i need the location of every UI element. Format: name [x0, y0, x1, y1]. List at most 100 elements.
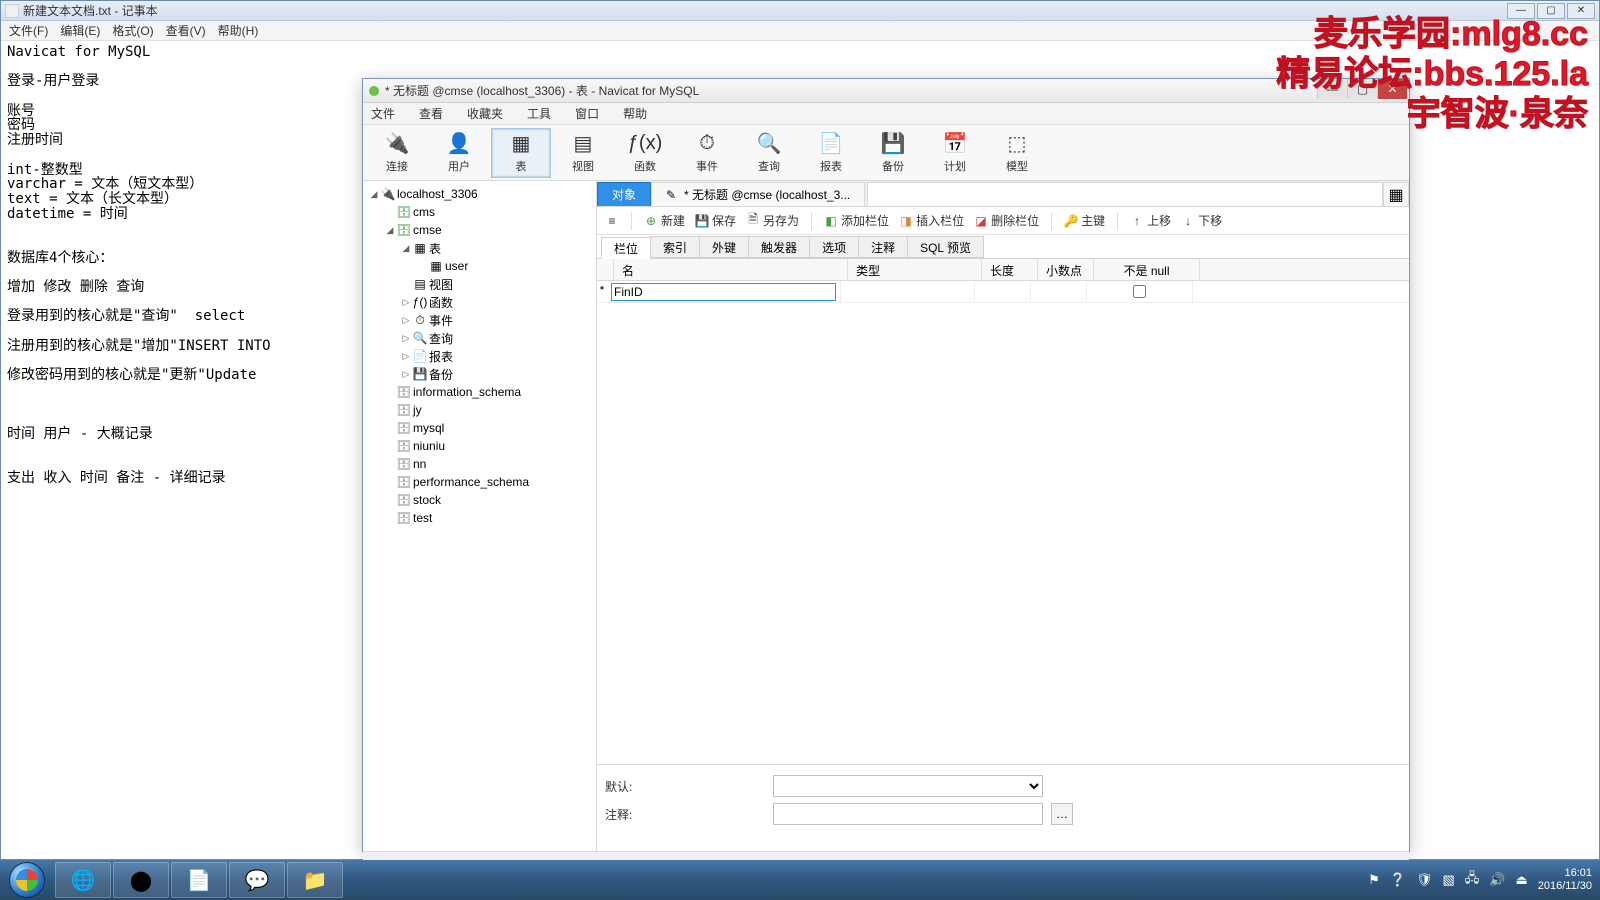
design-tab-栏位[interactable]: 栏位 [601, 237, 651, 259]
tree-item-nn[interactable]: 🗄nn [363, 455, 596, 473]
move-down-button[interactable]: ↓下移 [1181, 212, 1222, 229]
default-select[interactable] [773, 775, 1043, 797]
saveas-button[interactable]: 🗎另存为 [746, 212, 799, 229]
primary-key-button[interactable]: 🔑主键 [1064, 212, 1105, 229]
design-tab-选项[interactable]: 选项 [809, 236, 859, 258]
taskbar-obs[interactable]: ⬤ [113, 862, 169, 898]
design-tab-注释[interactable]: 注释 [858, 236, 908, 258]
tree-item-user[interactable]: ▦user [363, 257, 596, 275]
plus-icon: ⊕ [644, 214, 658, 228]
tree-item-查询[interactable]: ▷🔍查询 [363, 329, 596, 347]
menu-tools[interactable]: 工具 [527, 105, 551, 122]
field-type-cell[interactable] [841, 281, 975, 302]
notnull-checkbox[interactable] [1133, 285, 1146, 298]
menu-view[interactable]: 查看 [419, 105, 443, 122]
toolbar-备份[interactable]: 💾备份 [863, 128, 923, 178]
tree-item-niuniu[interactable]: 🗄niuniu [363, 437, 596, 455]
toolbar-模型[interactable]: ⬚模型 [987, 128, 1047, 178]
delete-field-button[interactable]: ◪删除栏位 [974, 212, 1039, 229]
tray-flag-icon[interactable]: ⚑ [1368, 872, 1380, 888]
taskbar-clock[interactable]: 16:01 2016/11/30 [1538, 867, 1592, 893]
toolbar-用户[interactable]: 👤用户 [429, 128, 489, 178]
design-tab-触发器[interactable]: 触发器 [748, 236, 810, 258]
move-up-button[interactable]: ↑上移 [1130, 212, 1171, 229]
connection-tree[interactable]: ◢🔌localhost_3306🗄cms◢🗄cmse◢▦表▦user▤视图▷ƒ(… [363, 181, 597, 851]
tree-item-performance_schema[interactable]: 🗄performance_schema [363, 473, 596, 491]
arrow-up-icon: ↑ [1130, 214, 1144, 228]
save-button[interactable]: 💾保存 [695, 212, 736, 229]
tab-overflow-icon[interactable]: ▦ [1383, 182, 1409, 206]
toolbar-连接[interactable]: 🔌连接 [367, 128, 427, 178]
taskbar-chrome[interactable]: 🌐 [55, 862, 111, 898]
comment-input[interactable] [773, 803, 1043, 825]
menu-file[interactable]: 文件 [371, 105, 395, 122]
tree-item-information_schema[interactable]: 🗄information_schema [363, 383, 596, 401]
arrow-down-icon: ↓ [1181, 214, 1195, 228]
taskbar-wechat[interactable]: 💬 [229, 862, 285, 898]
field-decimals-cell[interactable] [1031, 281, 1087, 302]
col-type[interactable]: 类型 [848, 259, 982, 280]
tree-item-test[interactable]: 🗄test [363, 509, 596, 527]
field-name-input[interactable] [611, 283, 836, 301]
tree-item-stock[interactable]: 🗄stock [363, 491, 596, 509]
tree-item-备份[interactable]: ▷💾备份 [363, 365, 596, 383]
tab-spacer [867, 182, 1383, 206]
menu-edit[interactable]: 编辑(E) [56, 20, 104, 41]
tab-objects[interactable]: 对象 [597, 182, 651, 206]
tray-volume-icon[interactable]: 🔊 [1489, 872, 1505, 888]
tree-item-表[interactable]: ◢▦表 [363, 239, 596, 257]
tray-help-icon[interactable]: ❔ [1390, 872, 1406, 888]
toolbar-表[interactable]: ▦表 [491, 128, 551, 178]
design-tab-外键[interactable]: 外键 [699, 236, 749, 258]
toolbar-事件[interactable]: ⏱事件 [677, 128, 737, 178]
视图-icon: ▤ [569, 132, 597, 156]
tree-item-cms[interactable]: 🗄cms [363, 203, 596, 221]
toolbar-函数[interactable]: ƒ(x)函数 [615, 128, 675, 178]
menu-format[interactable]: 格式(O) [108, 20, 157, 41]
col-length[interactable]: 长度 [982, 259, 1038, 280]
报表-icon: 📄 [817, 132, 845, 156]
tray-nvidia-icon[interactable]: ▧ [1442, 872, 1454, 888]
insert-field-button[interactable]: ◨插入栏位 [899, 212, 964, 229]
menu-window[interactable]: 窗口 [575, 105, 599, 122]
tray-network-icon[interactable]: 🖧 [1465, 869, 1480, 891]
col-name[interactable]: 名 [614, 259, 848, 280]
tree-item-函数[interactable]: ▷ƒ()函数 [363, 293, 596, 311]
toolbar-报表[interactable]: 📄报表 [801, 128, 861, 178]
design-tab-SQL 预览[interactable]: SQL 预览 [907, 236, 984, 258]
tree-item-jy[interactable]: 🗄jy [363, 401, 596, 419]
tree-item-视图[interactable]: ▤视图 [363, 275, 596, 293]
tree-item-localhost_3306[interactable]: ◢🔌localhost_3306 [363, 185, 596, 203]
grid-row[interactable]: • [597, 281, 1409, 303]
menu-fav[interactable]: 收藏夹 [467, 105, 503, 122]
tree-item-cmse[interactable]: ◢🗄cmse [363, 221, 596, 239]
tree-item-事件[interactable]: ▷⏱事件 [363, 311, 596, 329]
add-col-icon: ◧ [824, 214, 838, 228]
taskbar-explorer[interactable]: 📁 [287, 862, 343, 898]
add-field-button[interactable]: ◧添加栏位 [824, 212, 889, 229]
hamburger-menu[interactable]: ≡ [605, 214, 619, 228]
toolbar-计划[interactable]: 📅计划 [925, 128, 985, 178]
tray-shield-icon[interactable]: 🛡 [1416, 872, 1433, 888]
menu-file[interactable]: 文件(F) [5, 20, 52, 41]
col-decimals[interactable]: 小数点 [1038, 259, 1094, 280]
design-tab-索引[interactable]: 索引 [650, 236, 700, 258]
field-notnull-cell[interactable] [1087, 281, 1193, 302]
new-button[interactable]: ⊕新建 [644, 212, 685, 229]
col-notnull[interactable]: 不是 null [1094, 259, 1200, 280]
menu-help[interactable]: 帮助 [623, 105, 647, 122]
tab-designer[interactable]: ✎ * 无标题 @cmse (localhost_3... [651, 182, 865, 206]
menu-view[interactable]: 查看(V) [162, 20, 210, 41]
taskbar-notepad[interactable]: 📄 [171, 862, 227, 898]
comment-more-button[interactable]: … [1051, 803, 1073, 825]
toolbar-视图[interactable]: ▤视图 [553, 128, 613, 178]
tree-item-报表[interactable]: ▷📄报表 [363, 347, 596, 365]
tray-safe-remove-icon[interactable]: ⏏ [1515, 872, 1527, 888]
tree-item-mysql[interactable]: 🗄mysql [363, 419, 596, 437]
menu-help[interactable]: 帮助(H) [214, 20, 263, 41]
field-length-cell[interactable] [975, 281, 1031, 302]
system-tray[interactable]: ⚑ ❔ 🛡 ▧ 🖧 🔊 ⏏ 16:01 2016/11/30 [1368, 867, 1600, 893]
toolbar-查询[interactable]: 🔍查询 [739, 128, 799, 178]
navicat-titlebar[interactable]: * 无标题 @cmse (localhost_3306) - 表 - Navic… [363, 79, 1409, 103]
start-button[interactable] [0, 860, 54, 900]
